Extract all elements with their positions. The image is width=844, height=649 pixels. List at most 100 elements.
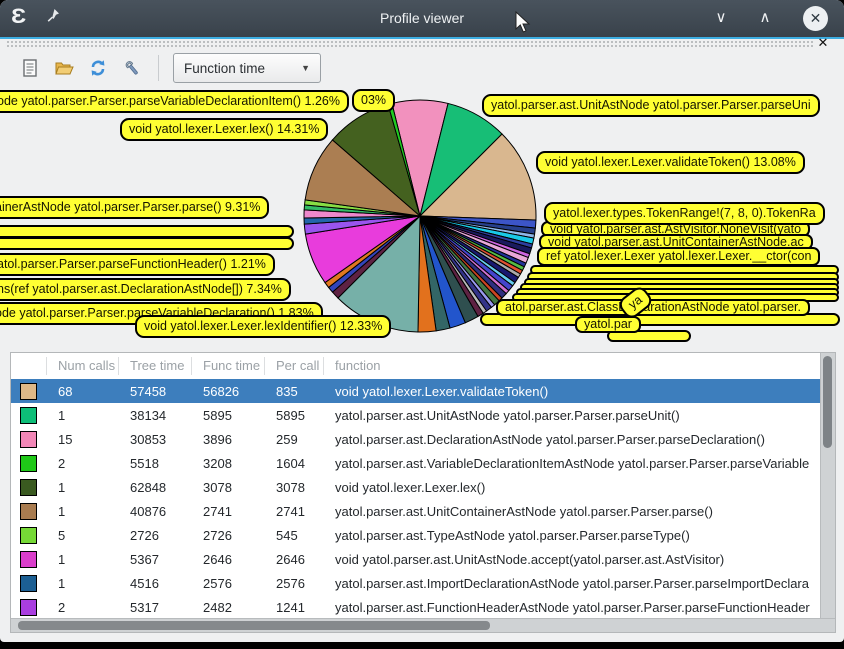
pie-label: atol.parser.ast.ClassDeclarationAstNode … <box>496 299 810 316</box>
table-row[interactable]: 16284830783078void yatol.lexer.Lexer.lex… <box>11 475 835 499</box>
cell-tree-time: 4516 <box>119 576 192 591</box>
pie-label: ns(ref yatol.parser.ast.DeclarationAstNo… <box>0 278 291 301</box>
row-color-swatch <box>20 551 37 568</box>
pie-label: ode yatol.parser.Parser.parseVariableDec… <box>0 90 349 113</box>
cell-func-time: 2646 <box>192 552 265 567</box>
column-header-func-time[interactable]: Func time <box>192 357 265 375</box>
dock-drag-handle[interactable] <box>6 40 814 48</box>
cell-tree-time: 30853 <box>119 432 192 447</box>
cell-func-time: 2726 <box>192 528 265 543</box>
cell-tree-time: 62848 <box>119 480 192 495</box>
cell-num-calls: 1 <box>47 408 119 423</box>
refresh-icon[interactable] <box>86 55 110 81</box>
column-header-tree-time[interactable]: Tree time <box>119 357 192 375</box>
cell-func-time: 3896 <box>192 432 265 447</box>
pie-chart-area: 03%ode yatol.parser.Parser.parseVariable… <box>0 85 844 348</box>
pie-label: void yatol.lexer.Lexer.lexIdentifier() 1… <box>135 315 391 338</box>
column-header-per-call[interactable]: Per call <box>265 357 324 375</box>
cell-per-call: 5895 <box>265 408 324 423</box>
cell-tree-time: 38134 <box>119 408 192 423</box>
cell-num-calls: 15 <box>47 432 119 447</box>
pie-label: atol.parser.Parser.parseFunctionHeader()… <box>0 253 275 276</box>
table-header: Num calls Tree time Func time Per call f… <box>11 353 835 379</box>
mouse-cursor <box>514 11 534 35</box>
cell-function: void yatol.lexer.Lexer.validateToken() <box>324 384 835 399</box>
row-color-swatch <box>20 527 37 544</box>
vertical-scrollbar[interactable] <box>820 353 835 619</box>
cell-function: yatol.parser.ast.DeclarationAstNode yato… <box>324 432 835 447</box>
toolbar: Function time ▼ <box>18 52 321 84</box>
table-row[interactable]: 13813458955895yatol.parser.ast.UnitAstNo… <box>11 403 835 427</box>
toolbar-separator <box>158 55 159 81</box>
view-mode-select[interactable]: Function time ▼ <box>173 53 321 83</box>
pie-label: yatol.parser.ast.UnitAstNode yatol.parse… <box>482 94 820 117</box>
table-row[interactable]: 1451625762576yatol.parser.ast.ImportDecl… <box>11 571 835 595</box>
cell-tree-time: 5367 <box>119 552 192 567</box>
minimize-button[interactable]: ∨ <box>706 4 736 32</box>
cell-num-calls: 5 <box>47 528 119 543</box>
cell-num-calls: 2 <box>47 600 119 615</box>
horizontal-scrollbar-thumb[interactable] <box>18 621 490 630</box>
pie-label: yatol.par <box>575 316 641 333</box>
row-color-swatch <box>20 503 37 520</box>
table-body: 685745856826835void yatol.lexer.Lexer.va… <box>11 379 835 619</box>
horizontal-scrollbar[interactable] <box>11 618 835 632</box>
cell-per-call: 545 <box>265 528 324 543</box>
table-row[interactable]: 527262726545yatol.parser.ast.TypeAstNode… <box>11 523 835 547</box>
maximize-button[interactable]: ∧ <box>750 4 780 32</box>
view-mode-value: Function time <box>184 61 265 76</box>
table-row[interactable]: 2551832081604yatol.parser.ast.VariableDe… <box>11 451 835 475</box>
table-row[interactable]: 1536726462646void yatol.parser.ast.UnitA… <box>11 547 835 571</box>
cell-num-calls: 1 <box>47 552 119 567</box>
open-folder-icon[interactable] <box>52 55 76 81</box>
cell-tree-time: 40876 <box>119 504 192 519</box>
cell-num-calls: 68 <box>47 384 119 399</box>
pie-label: void yatol.lexer.Lexer.lex() 14.31% <box>120 118 328 141</box>
profile-table: Num calls Tree time Func time Per call f… <box>10 352 836 633</box>
cell-function: yatol.parser.ast.VariableDeclarationItem… <box>324 456 835 471</box>
row-color-swatch <box>20 479 37 496</box>
vertical-scrollbar-thumb[interactable] <box>823 356 832 448</box>
pie-label: ref yatol.lexer.Lexer yatol.lexer.Lexer.… <box>537 247 820 266</box>
cell-function: yatol.parser.ast.FunctionHeaderAstNode y… <box>324 600 835 615</box>
pie-label-bar <box>0 237 294 250</box>
column-header-swatch[interactable] <box>11 357 47 375</box>
wrench-icon[interactable] <box>120 55 144 81</box>
cell-per-call: 1604 <box>265 456 324 471</box>
table-row[interactable]: 2531724821241yatol.parser.ast.FunctionHe… <box>11 595 835 619</box>
cell-function: void yatol.parser.ast.UnitAstNode.accept… <box>324 552 835 567</box>
cell-num-calls: 2 <box>47 456 119 471</box>
cell-func-time: 3078 <box>192 480 265 495</box>
pie-label: ainerAstNode yatol.parser.Parser.parse()… <box>0 196 269 219</box>
pie-label: 03% <box>352 89 395 112</box>
cell-function: yatol.parser.ast.ImportDeclarationAstNod… <box>324 576 835 591</box>
report-icon[interactable] <box>18 55 42 81</box>
cell-func-time: 2741 <box>192 504 265 519</box>
profile-viewer-window: Ɛ Profile viewer ∨ ∧ ✕ ✕ <box>0 0 844 642</box>
table-row[interactable]: 14087627412741yatol.parser.ast.UnitConta… <box>11 499 835 523</box>
close-button[interactable]: ✕ <box>803 6 828 31</box>
column-header-function[interactable]: function <box>324 357 835 375</box>
dock-close-icon[interactable]: ✕ <box>814 34 832 52</box>
row-color-swatch <box>20 575 37 592</box>
pie-label: void yatol.lexer.Lexer.validateToken() 1… <box>536 151 805 174</box>
cell-func-time: 5895 <box>192 408 265 423</box>
titlebar[interactable]: Ɛ Profile viewer ∨ ∧ ✕ <box>0 0 844 39</box>
cell-func-time: 2576 <box>192 576 265 591</box>
row-color-swatch <box>20 407 37 424</box>
table-row[interactable]: 15308533896259yatol.parser.ast.Declarati… <box>11 427 835 451</box>
cell-func-time: 3208 <box>192 456 265 471</box>
cell-function: yatol.parser.ast.UnitAstNode yatol.parse… <box>324 408 835 423</box>
cell-function: yatol.parser.ast.TypeAstNode yatol.parse… <box>324 528 835 543</box>
cell-per-call: 1241 <box>265 600 324 615</box>
cell-tree-time: 5518 <box>119 456 192 471</box>
cell-tree-time: 57458 <box>119 384 192 399</box>
table-row[interactable]: 685745856826835void yatol.lexer.Lexer.va… <box>11 379 835 403</box>
cell-per-call: 2646 <box>265 552 324 567</box>
cell-num-calls: 1 <box>47 480 119 495</box>
row-color-swatch <box>20 383 37 400</box>
cell-function: yatol.parser.ast.UnitContainerAstNode ya… <box>324 504 835 519</box>
column-header-num-calls[interactable]: Num calls <box>47 357 119 375</box>
cell-per-call: 2576 <box>265 576 324 591</box>
cell-tree-time: 5317 <box>119 600 192 615</box>
